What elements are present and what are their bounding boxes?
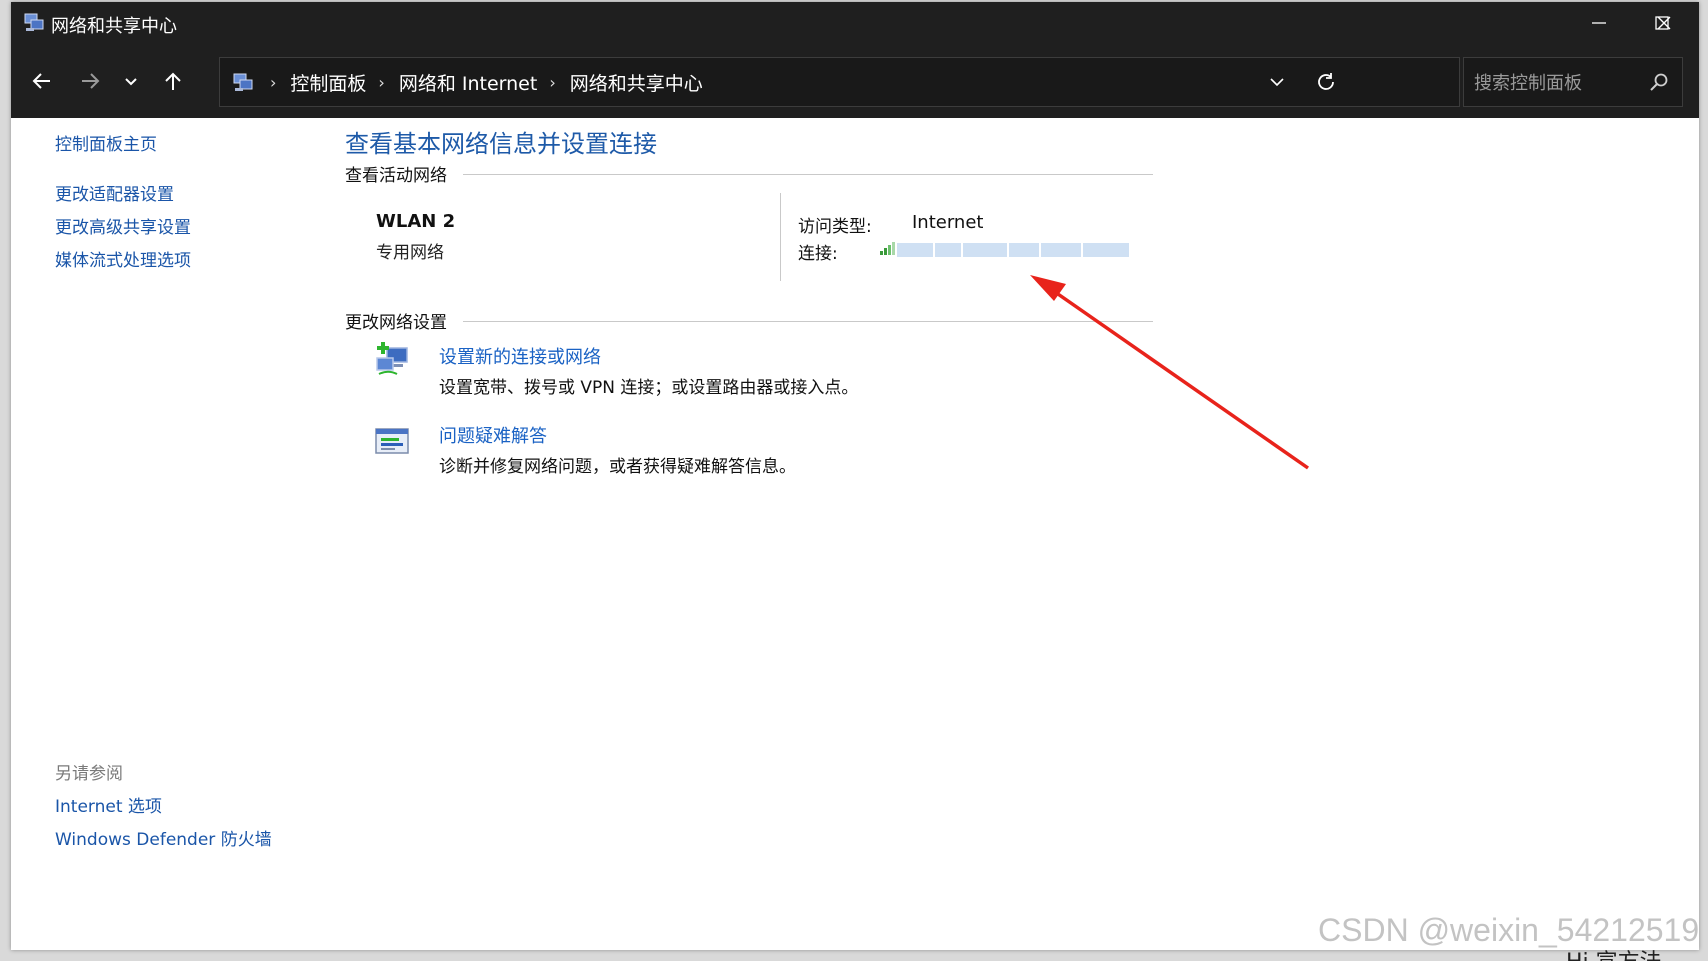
arrow-left-icon <box>32 73 50 89</box>
recent-locations-button[interactable] <box>116 66 146 96</box>
arrow-up-icon <box>165 72 181 90</box>
connection-label: 连接: <box>798 244 838 264</box>
setup-new-connection-link[interactable]: 设置新的连接或网络 <box>439 343 601 369</box>
see-also-heading: 另请参阅 <box>55 764 123 784</box>
search-icon <box>1650 73 1668 91</box>
connection-link-blurred[interactable] <box>897 242 1137 258</box>
media-streaming-options-link[interactable]: 媒体流式处理选项 <box>55 246 191 271</box>
breadcrumb-network-internet[interactable]: 网络和 Internet <box>399 69 537 96</box>
page-title: 查看基本网络信息并设置连接 <box>345 130 657 158</box>
breadcrumb: › 控制面板 › 网络和 Internet › 网络和共享中心 <box>264 58 703 106</box>
control-panel-window: 网络和共享中心 › 控制面板 › 网络和 Internet › 网络和共享中心 … <box>11 2 1699 950</box>
access-type-value: Internet <box>912 212 984 233</box>
new-connection-icon <box>376 342 408 375</box>
refresh-icon <box>1318 73 1334 90</box>
search-box[interactable] <box>1463 57 1683 107</box>
advanced-sharing-settings-link[interactable]: 更改高级共享设置 <box>55 213 191 238</box>
breadcrumb-network-sharing-center[interactable]: 网络和共享中心 <box>570 69 703 96</box>
back-button[interactable] <box>27 66 57 96</box>
network-name: WLAN 2 <box>376 211 456 232</box>
chevron-down-icon <box>125 78 137 86</box>
navigation-bar: › 控制面板 › 网络和 Internet › 网络和共享中心 <box>11 44 1699 118</box>
troubleshoot-problems-link[interactable]: 问题疑难解答 <box>439 422 547 448</box>
setup-new-connection-description: 设置宽带、拨号或 VPN 连接；或设置路由器或接入点。 <box>439 378 859 398</box>
troubleshoot-icon <box>375 428 409 454</box>
chevron-down-icon <box>1270 78 1284 87</box>
wifi-signal-icon <box>880 242 895 255</box>
close-icon <box>1657 16 1671 30</box>
window-title: 网络和共享中心 <box>51 16 177 37</box>
search-input[interactable] <box>1472 68 1646 98</box>
address-dropdown-button[interactable] <box>1261 66 1293 98</box>
section-divider <box>463 321 1153 322</box>
chevron-right-icon: › <box>270 72 277 92</box>
chevron-right-icon: › <box>549 72 556 92</box>
vertical-divider <box>780 193 781 281</box>
control-panel-home-link[interactable]: 控制面板主页 <box>55 130 157 155</box>
network-type: 专用网络 <box>376 243 444 263</box>
minimize-button[interactable] <box>1564 2 1634 44</box>
active-network-heading: 查看活动网络 <box>345 166 447 186</box>
breadcrumb-control-panel[interactable]: 控制面板 <box>290 69 366 96</box>
refresh-button[interactable] <box>1310 66 1342 98</box>
change-network-settings-heading: 更改网络设置 <box>345 313 447 333</box>
arrow-right-icon <box>82 73 100 89</box>
address-bar[interactable]: › 控制面板 › 网络和 Internet › 网络和共享中心 <box>219 57 1460 107</box>
troubleshoot-problems-description: 诊断并修复网络问题，或者获得疑难解答信息。 <box>439 457 796 477</box>
section-divider <box>463 174 1153 175</box>
title-bar: 网络和共享中心 <box>11 2 1699 44</box>
forward-button[interactable] <box>75 66 105 96</box>
taskbar-corner-text: Hi 宣方法 <box>1566 944 1708 961</box>
content-area: 控制面板主页 更改适配器设置 更改高级共享设置 媒体流式处理选项 另请参阅 In… <box>11 118 1699 950</box>
network-sharing-center-icon <box>24 13 44 31</box>
close-button[interactable] <box>1629 2 1699 44</box>
up-button[interactable] <box>158 66 188 96</box>
internet-options-link[interactable]: Internet 选项 <box>55 792 162 817</box>
adapter-settings-link[interactable]: 更改适配器设置 <box>55 180 174 205</box>
chevron-right-icon: › <box>378 72 385 92</box>
access-type-label: 访问类型: <box>798 217 872 237</box>
control-panel-icon <box>233 73 253 91</box>
minimize-icon <box>1592 22 1606 24</box>
windows-defender-firewall-link[interactable]: Windows Defender 防火墙 <box>55 825 272 850</box>
